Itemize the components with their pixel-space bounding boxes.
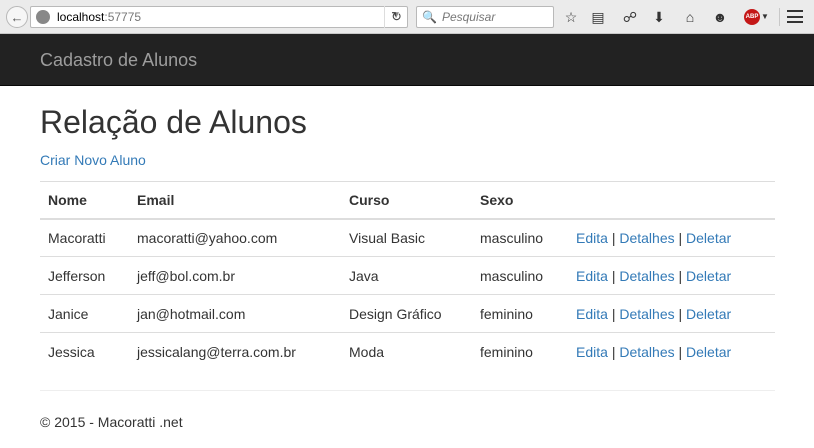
url-host: localhost [57,10,105,24]
cell-nome: Macoratti [40,218,129,257]
home-icon[interactable]: ⌂ [681,8,699,26]
cell-nome: Jessica [40,332,129,371]
cell-sexo: feminino [472,294,568,333]
header-sexo: Sexo [472,181,568,220]
search-bar[interactable]: 🔍 Pesquisar [416,6,554,28]
cell-email: jan@hotmail.com [129,294,341,333]
footer-text: © 2015 - Macoratti .net [40,414,183,430]
action-separator: | [678,267,683,284]
action-separator: | [678,305,683,322]
url-bar[interactable]: localhost:57775 ▼ [30,6,408,28]
smiley-icon[interactable]: ☻ [711,8,729,26]
table-header-row: Nome Email Curso Sexo [40,181,775,220]
details-link[interactable]: Detalhes [619,268,674,284]
search-icon: 🔍 [422,10,437,24]
back-button[interactable]: ← [6,6,28,28]
cell-nome: Janice [40,294,129,333]
create-new-student-link[interactable]: Criar Novo Aluno [40,152,146,168]
adblock-caret-icon[interactable]: ▼ [761,12,769,21]
download-icon[interactable]: ⬇ [650,8,668,26]
edit-link[interactable]: Edita [576,268,608,284]
cell-email: jeff@bol.com.br [129,256,341,295]
table-row: Jefferson jeff@bol.com.br Java masculino… [40,256,775,295]
action-separator: | [611,305,616,322]
cell-actions: Edita | Detalhes | Deletar [568,256,775,295]
cell-curso: Moda [341,332,472,371]
cell-sexo: feminino [472,332,568,371]
cell-curso: Java [341,256,472,295]
table-row: Janice jan@hotmail.com Design Gráfico fe… [40,294,775,333]
search-placeholder: Pesquisar [441,10,496,24]
arrow-left-icon: ← [10,9,24,25]
cell-actions: Edita | Detalhes | Deletar [568,294,775,333]
table-row: Jessica jessicalang@terra.com.br Moda fe… [40,332,775,371]
cell-email: jessicalang@terra.com.br [129,332,341,371]
cell-actions: Edita | Detalhes | Deletar [568,218,775,257]
toolbar-divider [779,8,780,26]
action-separator: | [611,267,616,284]
header-actions [568,181,775,220]
adblock-icon[interactable]: ABP [744,9,760,25]
bookmark-star-icon[interactable]: ☆ [562,8,580,26]
edit-link[interactable]: Edita [576,306,608,322]
hamburger-menu-icon[interactable] [787,10,803,23]
table-row: Macoratti macoratti@yahoo.com Visual Bas… [40,218,775,257]
action-separator: | [678,343,683,360]
delete-link[interactable]: Deletar [686,306,731,322]
reload-button[interactable]: ↻ [384,6,408,28]
action-separator: | [611,229,616,246]
delete-link[interactable]: Deletar [686,230,731,246]
details-link[interactable]: Detalhes [619,306,674,322]
header-curso: Curso [341,181,472,220]
cell-sexo: masculino [472,218,568,257]
cell-curso: Design Gráfico [341,294,472,333]
action-separator: | [611,343,616,360]
edit-link[interactable]: Edita [576,344,608,360]
cell-nome: Jefferson [40,256,129,295]
edit-link[interactable]: Edita [576,230,608,246]
delete-link[interactable]: Deletar [686,344,731,360]
header-email: Email [129,181,341,220]
delete-link[interactable]: Deletar [686,268,731,284]
globe-icon [36,10,50,24]
reading-list-icon[interactable]: ▤ [589,8,607,26]
cell-curso: Visual Basic [341,218,472,257]
footer-divider [40,390,775,391]
browser-toolbar: ← localhost:57775 ▼ ↻ 🔍 Pesquisar ☆ ▤ ☍ … [0,0,814,34]
reload-icon: ↻ [391,9,402,24]
students-table: Nome Email Curso Sexo Macoratti macoratt… [40,181,775,371]
navbar-brand[interactable]: Cadastro de Alunos [40,50,197,71]
url-port: :57775 [104,10,142,24]
pocket-icon[interactable]: ☍ [621,8,639,26]
cell-sexo: masculino [472,256,568,295]
navbar: Cadastro de Alunos [0,34,814,86]
cell-email: macoratti@yahoo.com [129,218,341,257]
header-nome: Nome [40,181,129,220]
action-separator: | [678,229,683,246]
details-link[interactable]: Detalhes [619,230,674,246]
cell-actions: Edita | Detalhes | Deletar [568,332,775,371]
details-link[interactable]: Detalhes [619,344,674,360]
page-title: Relação de Alunos [40,104,307,140]
